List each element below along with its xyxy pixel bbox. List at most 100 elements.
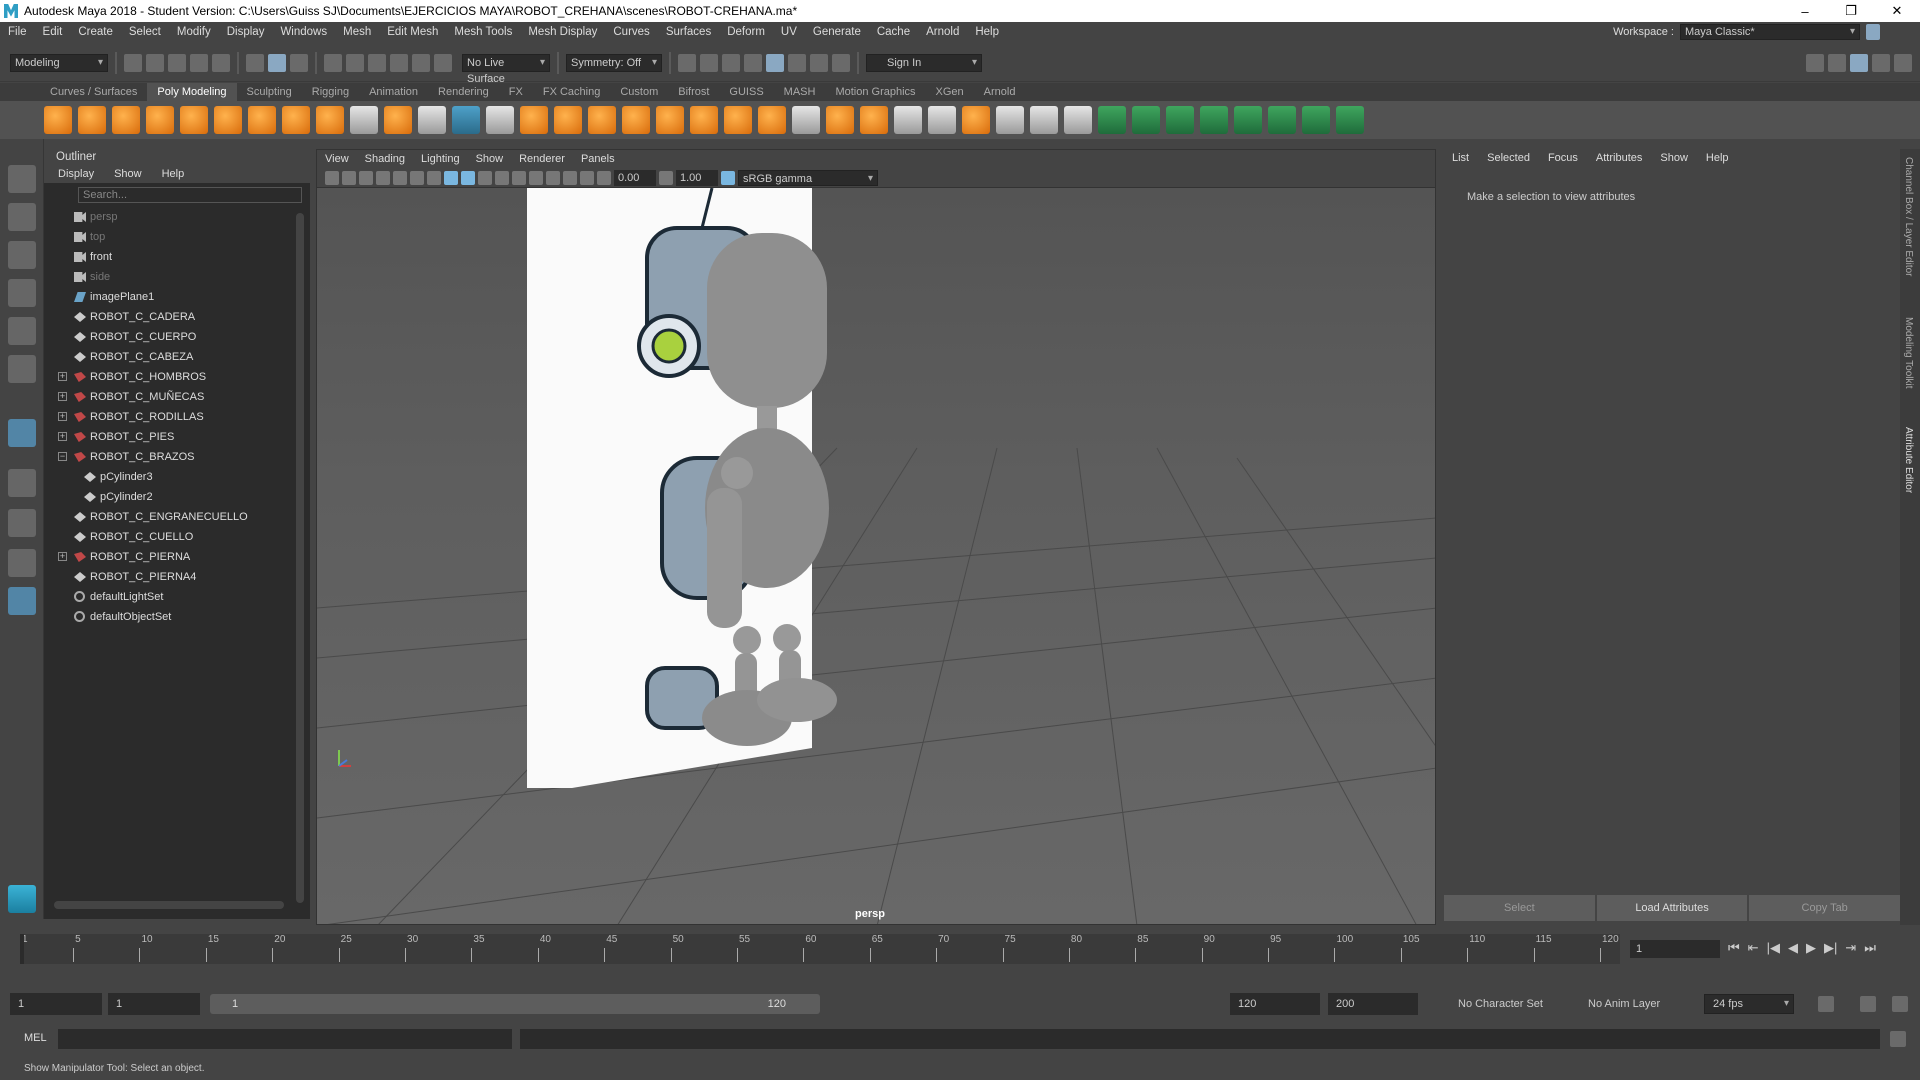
- poly-plane-icon[interactable]: [214, 106, 242, 134]
- target-weld-icon[interactable]: [826, 106, 854, 134]
- playback-control-icon[interactable]: ⇥: [1845, 940, 1856, 956]
- command-language-label[interactable]: MEL: [24, 1032, 47, 1044]
- single-pane-icon[interactable]: [8, 469, 36, 497]
- append-polygon-icon[interactable]: [758, 106, 786, 134]
- sine-icon[interactable]: [1064, 106, 1092, 134]
- select-hierarchy-icon[interactable]: [246, 53, 264, 72]
- expand-toggle-icon[interactable]: +: [58, 392, 67, 401]
- tab-channel-box[interactable]: Channel Box / Layer Editor: [1903, 157, 1914, 277]
- select-object-icon[interactable]: [268, 53, 286, 72]
- lock-icon[interactable]: [1866, 24, 1880, 40]
- shelf-tab-sculpting[interactable]: Sculpting: [237, 83, 302, 101]
- attr-load-attributes-button[interactable]: Load Attributes: [1596, 895, 1748, 921]
- menu-mesh-tools[interactable]: Mesh Tools: [446, 26, 520, 38]
- outliner-item[interactable]: + ROBOT_C_PIERNA: [44, 547, 310, 567]
- film-gate-icon[interactable]: [393, 170, 407, 185]
- close-button[interactable]: ✕: [1874, 3, 1920, 19]
- sculpt-icon[interactable]: [418, 106, 446, 134]
- bookmark-icon[interactable]: [342, 170, 356, 185]
- menu-file[interactable]: File: [0, 26, 35, 38]
- menu-mesh-display[interactable]: Mesh Display: [520, 26, 605, 38]
- color-space-dropdown[interactable]: sRGB gamma: [738, 169, 878, 187]
- shelf-tab-fx[interactable]: FX: [499, 83, 533, 101]
- loop-icon[interactable]: [1818, 996, 1834, 1012]
- range-bar[interactable]: 1 120: [210, 994, 820, 1014]
- render-setup-icon[interactable]: [788, 53, 806, 72]
- outliner-item[interactable]: + ROBOT_C_HOMBROS: [44, 367, 310, 387]
- viewport-scene[interactable]: persp: [317, 187, 1435, 924]
- outliner-item[interactable]: ROBOT_C_ENGRANECUELLO: [44, 507, 310, 527]
- textured-icon[interactable]: [478, 170, 492, 185]
- preferences-icon[interactable]: [1892, 996, 1908, 1012]
- scale-tool-icon[interactable]: [8, 355, 36, 383]
- xray-icon[interactable]: [580, 170, 594, 185]
- expand-toggle-icon[interactable]: −: [58, 452, 67, 461]
- lights-icon[interactable]: [495, 170, 509, 185]
- outliner-scrollbar[interactable]: [296, 213, 304, 903]
- render-view-icon[interactable]: [678, 53, 696, 72]
- move-tool-icon[interactable]: [8, 279, 36, 307]
- animation-start-field[interactable]: 1: [10, 993, 102, 1015]
- undo-icon[interactable]: [190, 53, 208, 72]
- attr-menu-attributes[interactable]: Attributes: [1596, 149, 1642, 167]
- cut-uv-icon[interactable]: [1302, 106, 1330, 134]
- animation-end-field[interactable]: 200: [1328, 993, 1418, 1015]
- outliner-item[interactable]: + ROBOT_C_RODILLAS: [44, 407, 310, 427]
- viewport-menu-show[interactable]: Show: [476, 150, 504, 168]
- outliner-item[interactable]: + ROBOT_C_MUÑECAS: [44, 387, 310, 407]
- menu-generate[interactable]: Generate: [805, 26, 869, 38]
- attribute-editor-icon[interactable]: [1850, 53, 1868, 72]
- poly-disc-icon[interactable]: [248, 106, 276, 134]
- menu-cache[interactable]: Cache: [869, 26, 918, 38]
- cylindrical-map-icon[interactable]: [1132, 106, 1160, 134]
- four-pane-icon[interactable]: [8, 509, 36, 537]
- channel-box-icon[interactable]: [1894, 53, 1912, 72]
- automatic-map-icon[interactable]: [1200, 106, 1228, 134]
- outliner-item[interactable]: top: [44, 227, 310, 247]
- isolate-select-icon[interactable]: [563, 170, 577, 185]
- menu-modify[interactable]: Modify: [169, 26, 219, 38]
- extrude-icon[interactable]: [656, 106, 684, 134]
- combine-icon[interactable]: [486, 106, 514, 134]
- light-editor-icon[interactable]: [810, 53, 828, 72]
- lattice-icon[interactable]: [1030, 106, 1058, 134]
- outliner-item[interactable]: − ROBOT_C_BRAZOS: [44, 447, 310, 467]
- render-frame-icon[interactable]: [700, 53, 718, 72]
- attr-menu-show[interactable]: Show: [1660, 149, 1688, 167]
- svg-icon[interactable]: [384, 106, 412, 134]
- outliner-item[interactable]: persp: [44, 207, 310, 227]
- menu-mesh[interactable]: Mesh: [335, 26, 379, 38]
- ipr-render-icon[interactable]: [722, 53, 740, 72]
- ambient-occlusion-icon[interactable]: [529, 170, 543, 185]
- playback-control-icon[interactable]: ▶|: [1824, 940, 1837, 956]
- attr-menu-selected[interactable]: Selected: [1487, 149, 1530, 167]
- boolean-icon[interactable]: [588, 106, 616, 134]
- smooth-shade-icon[interactable]: [461, 170, 475, 185]
- platonic-solid-icon[interactable]: [282, 106, 310, 134]
- expand-toggle-icon[interactable]: +: [58, 432, 67, 441]
- outliner-search-input[interactable]: Search...: [78, 187, 302, 203]
- two-pane-icon[interactable]: [8, 549, 36, 577]
- menu-edit-mesh[interactable]: Edit Mesh: [379, 26, 446, 38]
- shelf-tab-rigging[interactable]: Rigging: [302, 83, 359, 101]
- menu-uv[interactable]: UV: [773, 26, 805, 38]
- image-plane-icon[interactable]: [359, 170, 373, 185]
- layout-uv-icon[interactable]: [1234, 106, 1262, 134]
- script-editor-icon[interactable]: [1890, 1031, 1906, 1047]
- poly-sphere-icon[interactable]: [44, 106, 72, 134]
- select-tool-icon[interactable]: [8, 165, 36, 193]
- open-scene-icon[interactable]: [146, 53, 164, 72]
- shelf-tab-guiss[interactable]: GUISS: [719, 83, 773, 101]
- modeling-toolkit-icon[interactable]: [1806, 53, 1824, 72]
- shelf-tab-rendering[interactable]: Rendering: [428, 83, 499, 101]
- menu-select[interactable]: Select: [121, 26, 169, 38]
- attr-menu-help[interactable]: Help: [1706, 149, 1729, 167]
- menu-surfaces[interactable]: Surfaces: [658, 26, 719, 38]
- poly-cube-icon[interactable]: [78, 106, 106, 134]
- hypershade-icon[interactable]: [766, 53, 784, 72]
- playback-control-icon[interactable]: ⇤: [1748, 940, 1759, 956]
- bevel-icon[interactable]: [690, 106, 718, 134]
- viewport-menu-view[interactable]: View: [325, 150, 349, 168]
- grid-toggle-icon[interactable]: [376, 170, 390, 185]
- paint-select-icon[interactable]: [8, 241, 36, 269]
